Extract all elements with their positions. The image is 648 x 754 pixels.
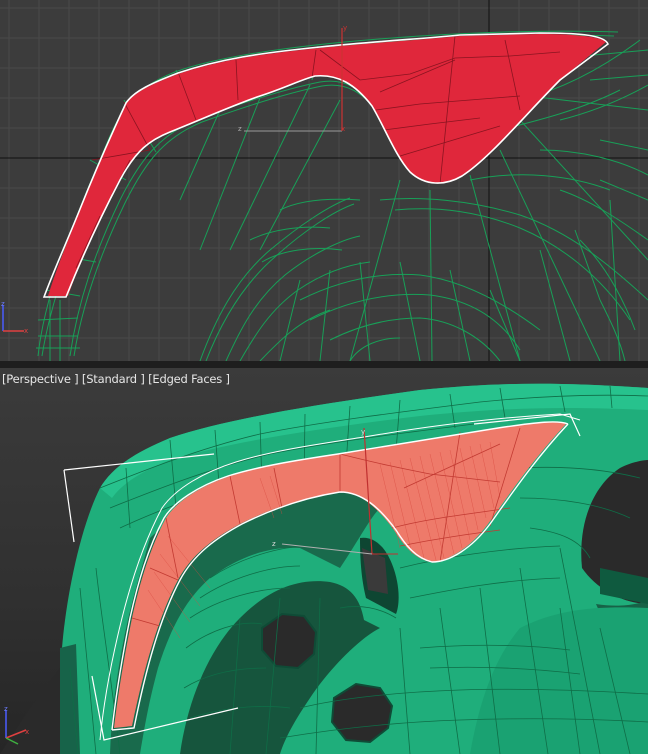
tripod-x-label-perspective: x [25, 728, 29, 736]
axis-tripod: z x [1, 300, 28, 335]
viewport-view-menu[interactable]: [Perspective ] [2, 372, 79, 386]
gizmo-y-label: y [343, 24, 347, 32]
viewport-shading-menu[interactable]: [Standard ] [82, 372, 145, 386]
viewport-display-mode-menu[interactable]: [Edged Faces ] [148, 372, 230, 386]
gizmo-y-label-perspective: y [361, 428, 365, 436]
gizmo-z-label-perspective: z [272, 540, 276, 548]
tripod-z-label-perspective: z [4, 705, 8, 713]
perspective-canvas[interactable]: y z z x [0, 368, 648, 754]
gizmo-z-label: z [238, 125, 242, 133]
top-viewport-canvas[interactable]: z y x z x [0, 0, 648, 361]
viewport-label: [Perspective ] [Standard ] [Edged Faces … [2, 372, 230, 386]
gizmo-x-label: x [341, 125, 345, 133]
octagon-hole-1[interactable] [261, 612, 318, 670]
perspective-viewport[interactable]: [Perspective ] [Standard ] [Edged Faces … [0, 368, 648, 754]
tripod-z-label: z [1, 300, 5, 308]
top-viewport[interactable]: z y x z x [0, 0, 648, 361]
selected-face-region[interactable] [48, 34, 606, 296]
viewport-divider[interactable] [0, 361, 648, 368]
tripod-x-label: x [24, 327, 28, 335]
